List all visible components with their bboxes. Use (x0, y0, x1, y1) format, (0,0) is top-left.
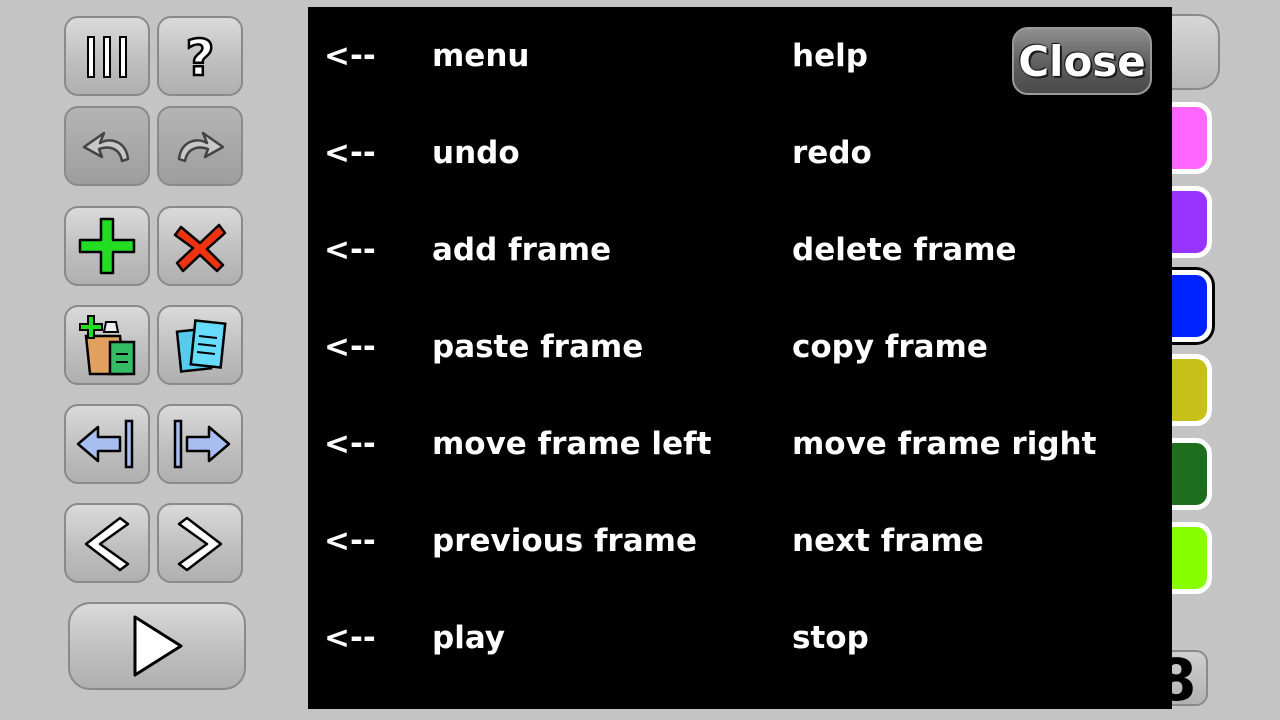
arrow-indicator: <-- (324, 426, 376, 462)
help-row-move-frame: <-- move frame left move frame right (308, 424, 1172, 464)
help-label-next-frame: next frame (792, 523, 984, 559)
help-label-move-frame-left: move frame left (432, 426, 712, 462)
help-label-menu: menu (432, 38, 530, 74)
plus-icon (78, 217, 136, 275)
move-left-icon (76, 419, 134, 469)
help-row-paste-frame: <-- paste frame copy frame (308, 327, 1172, 367)
help-label-add-frame: add frame (432, 232, 612, 268)
help-label-undo: undo (432, 135, 520, 171)
help-label-move-frame-right: move frame right (792, 426, 1097, 462)
help-label-paste-frame: paste frame (432, 329, 644, 365)
play-icon (133, 615, 183, 677)
undo-icon (82, 131, 130, 163)
paste-frame-icon (79, 315, 136, 376)
play-button[interactable] (68, 602, 246, 690)
help-row-frame-navigation: <-- previous frame next frame (308, 521, 1172, 561)
help-label-delete-frame: delete frame (792, 232, 1017, 268)
paste-frame-button[interactable] (64, 305, 150, 385)
copy-frame-button[interactable] (157, 305, 243, 385)
arrow-indicator: <-- (324, 620, 376, 656)
arrow-indicator: <-- (324, 232, 376, 268)
help-label-copy-frame: copy frame (792, 329, 988, 365)
add-frame-button[interactable] (64, 206, 150, 286)
move-frame-left-button[interactable] (64, 404, 150, 484)
copy-frame-icon (175, 319, 227, 373)
question-mark-icon: ? (184, 28, 216, 89)
undo-button[interactable] (64, 106, 150, 186)
next-frame-button[interactable] (157, 503, 243, 583)
help-button[interactable]: ? (157, 16, 243, 96)
help-label-help: help (792, 38, 868, 74)
redo-icon (177, 131, 225, 163)
help-label-stop: stop (792, 620, 869, 656)
x-icon (173, 223, 227, 273)
help-label-previous-frame: previous frame (432, 523, 697, 559)
help-label-redo: redo (792, 135, 872, 171)
help-row-add-frame: <-- add frame delete frame (308, 230, 1172, 270)
redo-button[interactable] (157, 106, 243, 186)
help-row-undo: <-- undo redo (308, 133, 1172, 173)
menu-bars-icon (87, 36, 127, 78)
arrow-indicator: <-- (324, 329, 376, 365)
previous-frame-button[interactable] (64, 503, 150, 583)
menu-button[interactable] (64, 16, 150, 96)
help-row-playback: <-- play stop (308, 618, 1172, 658)
move-right-icon (173, 419, 231, 469)
arrow-indicator: <-- (324, 38, 376, 74)
help-label-play: play (432, 620, 505, 656)
move-frame-right-button[interactable] (157, 404, 243, 484)
chevron-right-icon (177, 516, 223, 572)
chevron-left-icon (84, 516, 130, 572)
delete-frame-button[interactable] (157, 206, 243, 286)
arrow-indicator: <-- (324, 523, 376, 559)
close-button[interactable]: Close (1012, 27, 1152, 95)
svg-text:?: ? (185, 29, 214, 87)
arrow-indicator: <-- (324, 135, 376, 171)
help-overlay: <-- menu help <-- undo redo <-- add fram… (308, 7, 1172, 709)
